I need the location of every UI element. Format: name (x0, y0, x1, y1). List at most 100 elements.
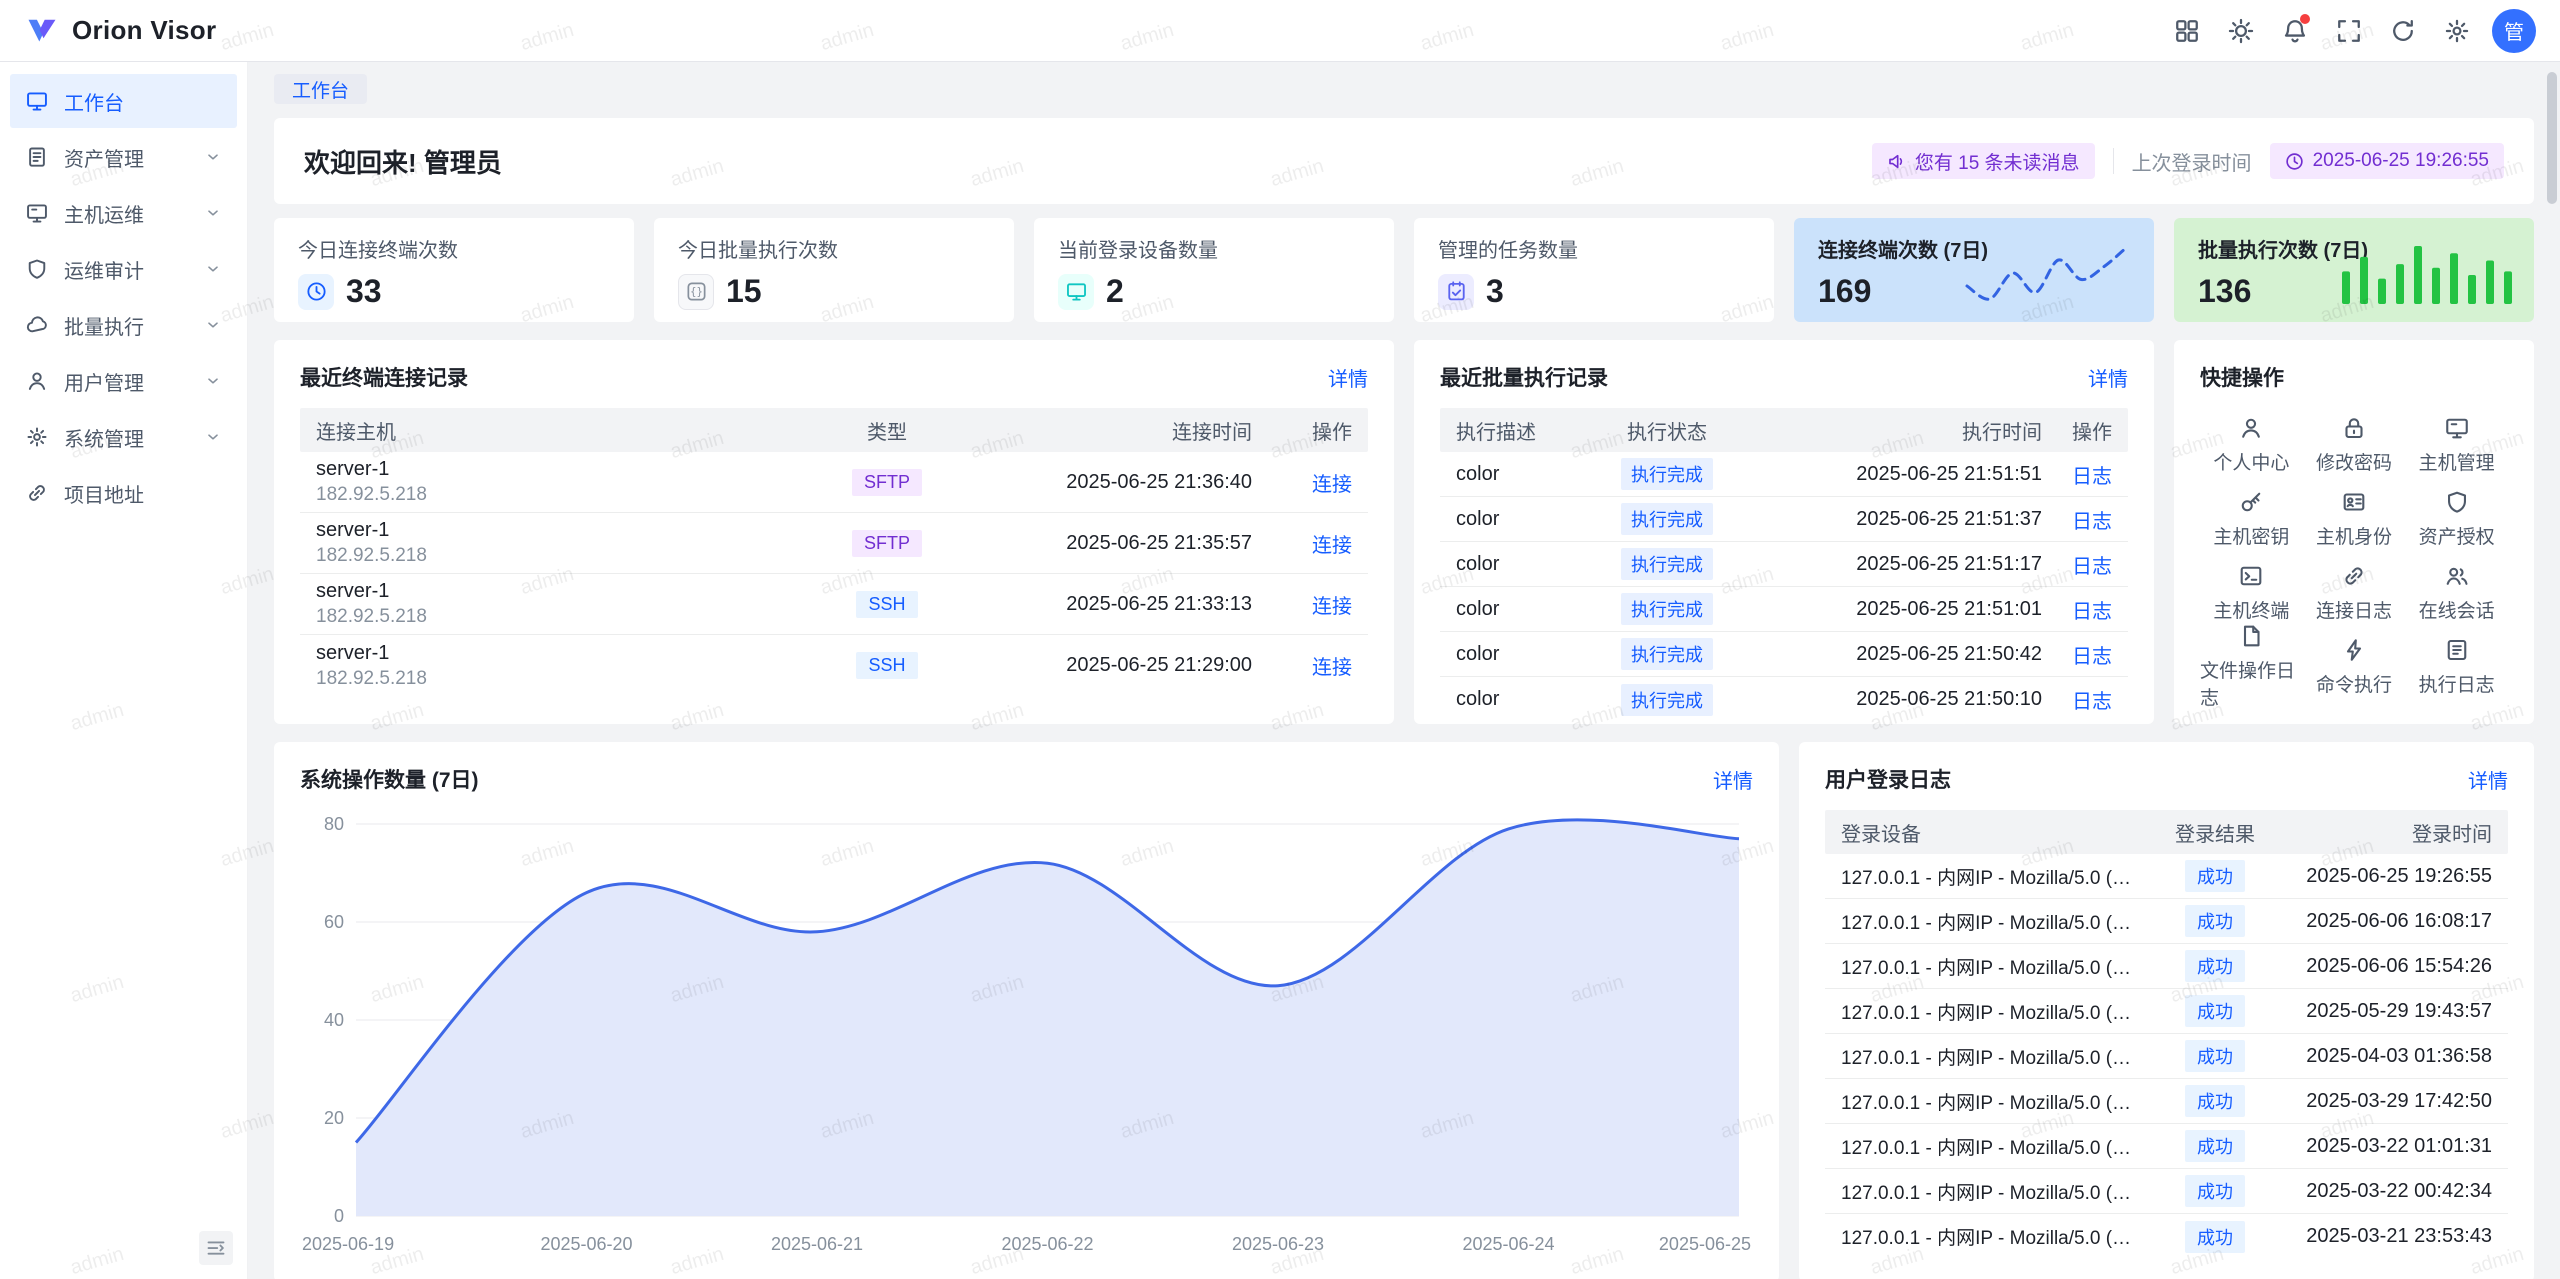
connect-link[interactable]: 连接 (1312, 596, 1352, 618)
connect-link[interactable]: 连接 (1312, 535, 1352, 557)
sidebar-item[interactable]: 系统管理 (10, 410, 237, 464)
table-row: 127.0.0.1 - 内网IP - Mozilla/5.0 (Windows … (1825, 1169, 2508, 1214)
quick-action[interactable]: 个人中心 (2200, 408, 2303, 482)
col-connect-time: 连接时间 (962, 416, 1252, 445)
table-row: 127.0.0.1 - 内网IP - Mozilla/5.0 (Windows … (1825, 1124, 2508, 1169)
table-row: 127.0.0.1 - 内网IP - Mozilla/5.0 (Windows … (1825, 989, 2508, 1034)
log-link[interactable]: 日志 (2072, 511, 2112, 533)
bottom-row: 系统操作数量 (7日) 详情 0204060802025-06-192025-0… (274, 742, 2534, 1279)
idcard-icon (2342, 490, 2366, 514)
table-header: 连接主机 类型 连接时间 操作 (300, 408, 1368, 452)
host-ip: 182.92.5.218 (316, 545, 812, 568)
panel-title: 最近终端连接记录 (300, 362, 468, 392)
top-header: Orion Visor (0, 0, 2560, 62)
quick-action[interactable]: 主机身份 (2303, 482, 2406, 556)
refresh-icon (2390, 18, 2416, 44)
quick-action[interactable]: 主机密钥 (2200, 482, 2303, 556)
svg-text:2025-06-21: 2025-06-21 (771, 1234, 863, 1254)
list-icon (2445, 638, 2469, 662)
login-device: 127.0.0.1 - 内网IP - Mozilla/5.0 (Windows … (1841, 1088, 2150, 1115)
table-header: 登录设备 登录结果 登录时间 (1825, 810, 2508, 854)
quick-action[interactable]: 执行日志 (2405, 630, 2508, 704)
log-link[interactable]: 日志 (2072, 646, 2112, 668)
col-login-time: 登录时间 (2280, 818, 2492, 847)
chevron-down-icon (205, 205, 221, 221)
quick-action[interactable]: 连接日志 (2303, 556, 2406, 630)
gear-icon (2444, 18, 2470, 44)
login-device: 127.0.0.1 - 内网IP - Mozilla/5.0 (Windows … (1841, 953, 2150, 980)
quick-action[interactable]: 资产授权 (2405, 482, 2508, 556)
batch-detail-link[interactable]: 详情 (2088, 363, 2128, 392)
sidebar-item[interactable]: 项目地址 (10, 466, 237, 520)
log-link[interactable]: 日志 (2072, 466, 2112, 488)
speaker-icon (1887, 152, 1906, 171)
header-icon-button[interactable] (2326, 8, 2372, 54)
header-icon-button[interactable] (2272, 8, 2318, 54)
quick-action[interactable]: 主机终端 (2200, 556, 2303, 630)
recent-batch-executions-panel: 最近批量执行记录 详情 执行描述 执行状态 执行时间 操作 color 执行完成… (1414, 340, 2154, 724)
page-scrollbar-thumb[interactable] (2547, 72, 2557, 204)
sidebar-collapse-button[interactable] (199, 1231, 233, 1265)
user-avatar[interactable]: 管 (2492, 9, 2536, 53)
stat-value: 2 (1106, 273, 1124, 310)
login-time: 2025-03-22 00:42:34 (2280, 1180, 2492, 1203)
quick-action[interactable]: 命令执行 (2303, 630, 2406, 704)
header-icon-button[interactable] (2164, 8, 2210, 54)
sidebar-item[interactable]: 用户管理 (10, 354, 237, 408)
connect-link[interactable]: 连接 (1312, 657, 1352, 679)
sidebar-item[interactable]: 批量执行 (10, 298, 237, 352)
sidebar-item[interactable]: 工作台 (10, 74, 237, 128)
header-icon-button[interactable] (2434, 8, 2480, 54)
login-detail-link[interactable]: 详情 (2468, 765, 2508, 794)
middle-row: 最近终端连接记录 详情 连接主机 类型 连接时间 操作 server-1 182… (274, 340, 2534, 724)
login-device: 127.0.0.1 - 内网IP - Mozilla/5.0 (Windows … (1841, 1043, 2150, 1070)
terminal-table-body: server-1 182.92.5.218 SFTP 2025-06-25 21… (300, 452, 1368, 696)
connect-link[interactable]: 连接 (1312, 474, 1352, 496)
log-link[interactable]: 日志 (2072, 556, 2112, 578)
quick-action-label: 资产授权 (2419, 522, 2495, 549)
panel-title: 最近批量执行记录 (1440, 362, 1608, 392)
app-name: Orion Visor (72, 15, 216, 46)
bolt-icon (2342, 638, 2366, 662)
quick-action[interactable]: 修改密码 (2303, 408, 2406, 482)
user-icon (2239, 416, 2263, 440)
host-name: server-1 (316, 579, 812, 603)
col-action: 操作 (1252, 416, 1352, 445)
log-link[interactable]: 日志 (2072, 601, 2112, 623)
col-type: 类型 (812, 416, 962, 445)
stat-card-batch-executions-today: 今日批量执行次数 {} 15 (654, 218, 1014, 322)
unread-messages-badge[interactable]: 您有 15 条未读消息 (1872, 143, 2095, 179)
sidebar-item[interactable]: 主机运维 (10, 186, 237, 240)
stat-label: 管理的任务数量 (1438, 234, 1750, 263)
shield-icon (2445, 490, 2469, 514)
log-link[interactable]: 日志 (2072, 691, 2112, 713)
protocol-tag: SFTP (852, 530, 922, 557)
quick-action-label: 主机密钥 (2213, 522, 2289, 549)
sidebar-item[interactable]: 运维审计 (10, 242, 237, 296)
exec-time: 2025-06-25 21:50:10 (1752, 688, 2042, 711)
header-icon-button[interactable] (2218, 8, 2264, 54)
terminal-detail-link[interactable]: 详情 (1328, 363, 1368, 392)
breadcrumb[interactable]: 工作台 (274, 74, 367, 104)
exec-time: 2025-06-25 21:51:01 (1752, 598, 2042, 621)
svg-text:2025-06-22: 2025-06-22 (1001, 1234, 1093, 1254)
login-time: 2025-03-29 17:42:50 (2280, 1090, 2492, 1113)
header-icon-button[interactable] (2380, 8, 2426, 54)
quick-action[interactable]: 主机管理 (2405, 408, 2508, 482)
login-device: 127.0.0.1 - 内网IP - Mozilla/5.0 (Windows … (1841, 1178, 2150, 1205)
sidebar-item[interactable]: 资产管理 (10, 130, 237, 184)
table-row: color 执行完成 2025-06-25 21:50:42 日志 (1440, 632, 2128, 677)
protocol-tag: SFTP (852, 469, 922, 496)
panel-title: 快捷操作 (2200, 362, 2284, 392)
stat-value: 15 (726, 273, 762, 310)
chart-detail-link[interactable]: 详情 (1713, 765, 1753, 794)
quick-action-label: 主机管理 (2419, 448, 2495, 475)
login-time: 2025-06-06 15:54:26 (2280, 955, 2492, 978)
quick-action[interactable]: 文件操作日志 (2200, 630, 2303, 704)
quick-action-label: 主机身份 (2316, 522, 2392, 549)
sidebar-item-label: 资产管理 (64, 143, 144, 172)
gear-icon (26, 426, 48, 448)
table-row: server-1 182.92.5.218 SFTP 2025-06-25 21… (300, 513, 1368, 574)
fullscreen-icon (2336, 18, 2362, 44)
quick-action[interactable]: 在线会话 (2405, 556, 2508, 630)
